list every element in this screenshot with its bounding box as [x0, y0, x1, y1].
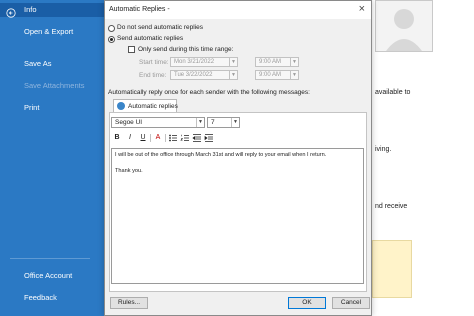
chevron-down-icon: ▼: [290, 71, 298, 79]
end-time-label: End time:: [139, 72, 167, 79]
toolbar-separator: [150, 134, 151, 142]
person-silhouette-icon: [386, 9, 422, 51]
sidebar-item-label: Print: [24, 103, 40, 112]
font-color-button[interactable]: A: [153, 133, 163, 143]
background-text: nd receive: [375, 203, 408, 210]
cancel-button[interactable]: Cancel: [332, 297, 370, 309]
sidebar-item-label: Feedback: [24, 293, 57, 302]
toolbar-separator: [165, 134, 166, 142]
start-time-label: Start time:: [139, 59, 169, 66]
sidebar-item-save-attachments[interactable]: Save Attachments: [0, 79, 104, 93]
back-arrow-icon[interactable]: [6, 8, 16, 18]
backstage-sidebar: Info Open & Export Save As Save Attachme…: [0, 0, 104, 316]
tab-automatic-replies[interactable]: Automatic replies: [113, 99, 178, 112]
start-hour-field[interactable]: 9:00 AM ▼: [255, 57, 299, 67]
font-name-value: Segoe UI: [115, 119, 143, 126]
sidebar-item-print[interactable]: Print: [0, 101, 104, 115]
start-hour-value: 9:00 AM: [259, 59, 282, 65]
sidebar-item-office-account[interactable]: Office Account: [0, 269, 104, 283]
tab-label: Automatic replies: [128, 103, 178, 110]
end-date-value: Tue 3/22/2022: [174, 72, 213, 78]
bullets-icon[interactable]: [168, 133, 178, 143]
message-line: I will be out of the office through Marc…: [115, 152, 327, 158]
font-size-select[interactable]: 7 ▼: [207, 117, 240, 128]
chevron-down-icon: ▼: [196, 118, 204, 127]
chevron-down-icon: ▼: [290, 58, 298, 66]
sidebar-item-label: Info: [24, 5, 37, 14]
decrease-indent-icon[interactable]: [192, 133, 202, 143]
reply-message-editor[interactable]: I will be out of the office through Marc…: [111, 148, 364, 284]
background-text: iving.: [375, 146, 392, 153]
bold-button[interactable]: B: [112, 133, 122, 143]
sidebar-item-label: Open & Export: [24, 27, 74, 36]
globe-icon: [117, 102, 125, 110]
send-replies-label: Send automatic replies: [117, 35, 184, 42]
font-name-select[interactable]: Segoe UI ▼: [111, 117, 205, 128]
auto-reply-caption: Automatically reply once for each sender…: [108, 89, 310, 96]
italic-button[interactable]: I: [125, 133, 135, 143]
time-range-label: Only send during this time range:: [138, 46, 234, 53]
sidebar-divider: [10, 258, 90, 259]
chevron-down-icon: ▼: [231, 118, 239, 127]
background-text: available to: [375, 89, 411, 96]
sidebar-item-label: Save Attachments: [24, 81, 85, 90]
start-date-field[interactable]: Mon 3/21/2022 ▼: [170, 57, 238, 67]
sidebar-item-open-export[interactable]: Open & Export: [0, 25, 104, 39]
message-line: [115, 159, 360, 167]
sidebar-item-feedback[interactable]: Feedback: [0, 291, 104, 305]
chevron-down-icon: ▼: [229, 71, 237, 79]
end-hour-field[interactable]: 9:00 AM ▼: [255, 70, 299, 80]
end-hour-value: 9:00 AM: [259, 72, 282, 78]
font-size-value: 7: [211, 119, 215, 126]
no-send-label: Do not send automatic replies: [117, 24, 203, 31]
background-note-panel: [372, 240, 412, 298]
close-icon[interactable]: ×: [359, 3, 365, 15]
numbered-list-icon[interactable]: [180, 133, 190, 143]
dialog-titlebar: Automatic Replies - ×: [105, 1, 371, 19]
account-photo: [375, 0, 433, 52]
no-send-radio[interactable]: [108, 25, 115, 32]
rules-button[interactable]: Rules...: [110, 297, 148, 309]
sidebar-item-save-as[interactable]: Save As: [0, 57, 104, 71]
start-date-value: Mon 3/21/2022: [174, 59, 215, 65]
underline-button[interactable]: U: [138, 133, 148, 143]
end-date-field[interactable]: Tue 3/22/2022 ▼: [170, 70, 238, 80]
message-line: Thank you.: [115, 168, 143, 174]
send-replies-radio[interactable]: [108, 36, 115, 43]
ok-button[interactable]: OK: [288, 297, 326, 309]
sidebar-item-info[interactable]: Info: [0, 3, 104, 18]
increase-indent-icon[interactable]: [204, 133, 214, 143]
sidebar-item-label: Save As: [24, 59, 52, 68]
dialog-title: Automatic Replies -: [109, 6, 170, 13]
chevron-down-icon: ▼: [229, 58, 237, 66]
time-range-checkbox[interactable]: [128, 46, 135, 53]
sidebar-item-label: Office Account: [24, 271, 73, 280]
